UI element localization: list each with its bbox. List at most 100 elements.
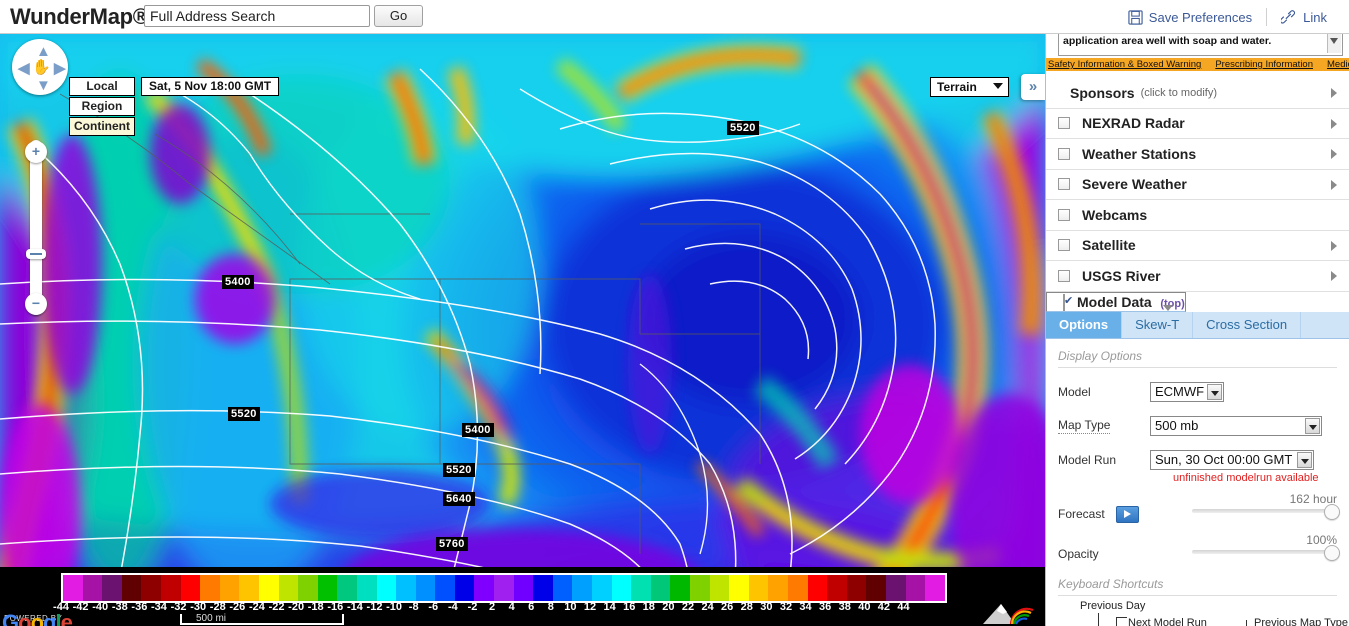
tab-options[interactable]: Options xyxy=(1046,311,1123,338)
contour-label: 5520 xyxy=(727,121,759,135)
nexrad-radar-checkbox[interactable] xyxy=(1058,117,1070,130)
legend-tick: -4 xyxy=(447,601,458,613)
opacity-slider-track[interactable] xyxy=(1192,544,1340,561)
model-select[interactable]: ECMWF xyxy=(1150,381,1224,402)
forecast-slider-track[interactable] xyxy=(1192,503,1340,520)
ad-text-line2: application area well with soap and wate… xyxy=(1063,35,1272,47)
basemap-selector[interactable]: Terrain xyxy=(930,77,1009,97)
chevron-right-icon[interactable] xyxy=(1331,88,1337,98)
hand-icon[interactable]: ✋ xyxy=(32,58,51,76)
legend-tick: 30 xyxy=(760,601,773,613)
go-button[interactable]: Go xyxy=(374,5,423,27)
legend-swatch xyxy=(846,575,867,601)
legend-swatch xyxy=(102,575,122,601)
scope-button-continent[interactable]: Continent xyxy=(69,117,135,136)
sidebar-item-severe-weather[interactable]: Severe Weather xyxy=(1046,169,1349,200)
weather-map[interactable]: ▲ ▼ ◀ ▶ ✋ + − Local Region Continent Sat… xyxy=(0,34,1045,626)
search-input[interactable] xyxy=(144,5,370,27)
pan-down-icon[interactable]: ▼ xyxy=(36,78,51,93)
legend-tick: -42 xyxy=(72,601,89,613)
legend-tick-labels: -44 -42 -40 -38 -36 -34 -32 -30 -28 -26 -24 -22 -20-… xyxy=(53,601,923,613)
chain-link-icon xyxy=(1280,9,1297,25)
tab-cross-section[interactable]: Cross Section xyxy=(1193,311,1302,338)
sidebar-expand-button[interactable]: » xyxy=(1021,74,1045,100)
sidebar-item-weather-stations[interactable]: Weather Stations xyxy=(1046,139,1349,170)
sidebar-item-nexrad-radar[interactable]: NEXRAD Radar xyxy=(1046,108,1349,139)
sponsor-ad: skin contact with your armpits, first wa… xyxy=(1046,34,1349,78)
zoom-in-button[interactable]: + xyxy=(25,141,47,163)
legend-swatch xyxy=(787,575,808,601)
zoom-slider-track[interactable] xyxy=(30,140,42,315)
legend-tick: 6 xyxy=(528,601,535,613)
tab-skew-t[interactable]: Skew-T xyxy=(1122,311,1194,338)
legend-swatch xyxy=(827,575,847,601)
model-run-select[interactable]: Sun, 30 Oct 00:00 GMT xyxy=(1150,449,1314,470)
legend-tick: -24 xyxy=(248,601,265,613)
ad-link-medication-guide[interactable]: Medication Guide xyxy=(1327,59,1349,70)
forecast-slider-thumb[interactable] xyxy=(1324,503,1340,520)
legend-tick: 22 xyxy=(681,601,695,613)
pan-control[interactable]: ▲ ▼ ◀ ▶ ✋ xyxy=(12,39,68,95)
opacity-slider-thumb[interactable] xyxy=(1324,544,1340,561)
legend-swatch xyxy=(141,575,161,601)
opacity-row: Opacity 100% xyxy=(1058,533,1340,561)
scope-button-region[interactable]: Region xyxy=(69,97,135,116)
basemap-selector-label: Terrain xyxy=(937,80,977,94)
chevron-down-icon[interactable] xyxy=(1305,417,1320,434)
zoom-slider-thumb[interactable] xyxy=(26,249,46,259)
legend-tick: -36 xyxy=(131,601,148,613)
legend-color-strip xyxy=(61,573,947,603)
chevron-right-icon[interactable] xyxy=(1331,271,1337,281)
chevron-right-icon[interactable] xyxy=(1331,240,1337,251)
legend-tick: -2 xyxy=(467,601,478,613)
forecast-label: Forecast xyxy=(1058,507,1105,521)
sidebar-item-model-data[interactable]: Model Data (top) xyxy=(1046,291,1186,312)
webcams-checkbox[interactable] xyxy=(1058,208,1070,221)
sidebar-item-webcams[interactable]: Webcams xyxy=(1046,200,1349,231)
pan-left-icon[interactable]: ◀ xyxy=(18,61,30,76)
legend-swatch xyxy=(592,575,612,601)
opacity-slider[interactable]: 100% xyxy=(1192,532,1340,561)
satellite-checkbox[interactable] xyxy=(1058,239,1070,252)
app-header: WunderMap® Go Save Preferences Link xyxy=(0,0,1349,34)
google-logo: Google xyxy=(2,610,73,626)
chevron-down-icon xyxy=(993,83,1003,89)
pan-up-icon[interactable]: ▲ xyxy=(36,44,51,59)
sidebar: skin contact with your armpits, first wa… xyxy=(1045,34,1349,626)
chevron-right-icon[interactable] xyxy=(1331,149,1337,159)
opacity-value: 100% xyxy=(1306,532,1337,547)
usgs-river-checkbox[interactable] xyxy=(1058,269,1070,282)
weather-stations-checkbox[interactable] xyxy=(1058,147,1070,160)
contour-label: 5520 xyxy=(443,463,475,477)
ad-link-safety[interactable]: Safety Information & Boxed Warning xyxy=(1048,59,1201,70)
chevron-right-icon[interactable] xyxy=(1331,118,1337,129)
chevron-right-icon[interactable] xyxy=(1331,179,1337,190)
scope-button-local[interactable]: Local xyxy=(69,77,135,96)
scroll-down-icon[interactable] xyxy=(1330,38,1338,44)
save-preferences-button[interactable]: Save Preferences xyxy=(1114,10,1266,25)
nexrad-radar-label: NEXRAD Radar xyxy=(1082,115,1185,132)
ad-link-prescribing[interactable]: Prescribing Information xyxy=(1215,59,1313,70)
sidebar-item-sponsors[interactable]: Sponsors (click to modify) xyxy=(1046,78,1349,109)
legend-tick: 34 xyxy=(799,601,812,613)
model-data-checkbox[interactable] xyxy=(1063,293,1065,311)
sidebar-item-usgs-river[interactable]: USGS River xyxy=(1046,261,1349,292)
link-button[interactable]: Link xyxy=(1267,10,1341,25)
map-type-select[interactable]: 500 mb xyxy=(1150,415,1322,436)
sidebar-item-satellite[interactable]: Satellite xyxy=(1046,230,1349,261)
map-scope-group: Local Region Continent xyxy=(69,77,135,137)
legend-tick: 10 xyxy=(564,601,577,613)
zoom-out-button[interactable]: − xyxy=(25,293,47,315)
chevron-down-icon[interactable] xyxy=(1207,383,1222,400)
legend-tick: -40 xyxy=(92,601,109,613)
forecast-slider[interactable]: 162 hour xyxy=(1192,492,1340,520)
satellite-label: Satellite xyxy=(1082,237,1136,254)
severe-weather-checkbox[interactable] xyxy=(1058,178,1070,191)
legend-tick: 32 xyxy=(779,601,793,613)
chevron-down-icon[interactable] xyxy=(1297,451,1312,468)
pan-right-icon[interactable]: ▶ xyxy=(54,61,66,76)
play-icon[interactable] xyxy=(1116,505,1139,523)
ad-scrollbar[interactable] xyxy=(1327,34,1341,53)
save-preferences-label: Save Preferences xyxy=(1148,9,1253,25)
chevron-down-icon[interactable] xyxy=(1162,304,1173,311)
